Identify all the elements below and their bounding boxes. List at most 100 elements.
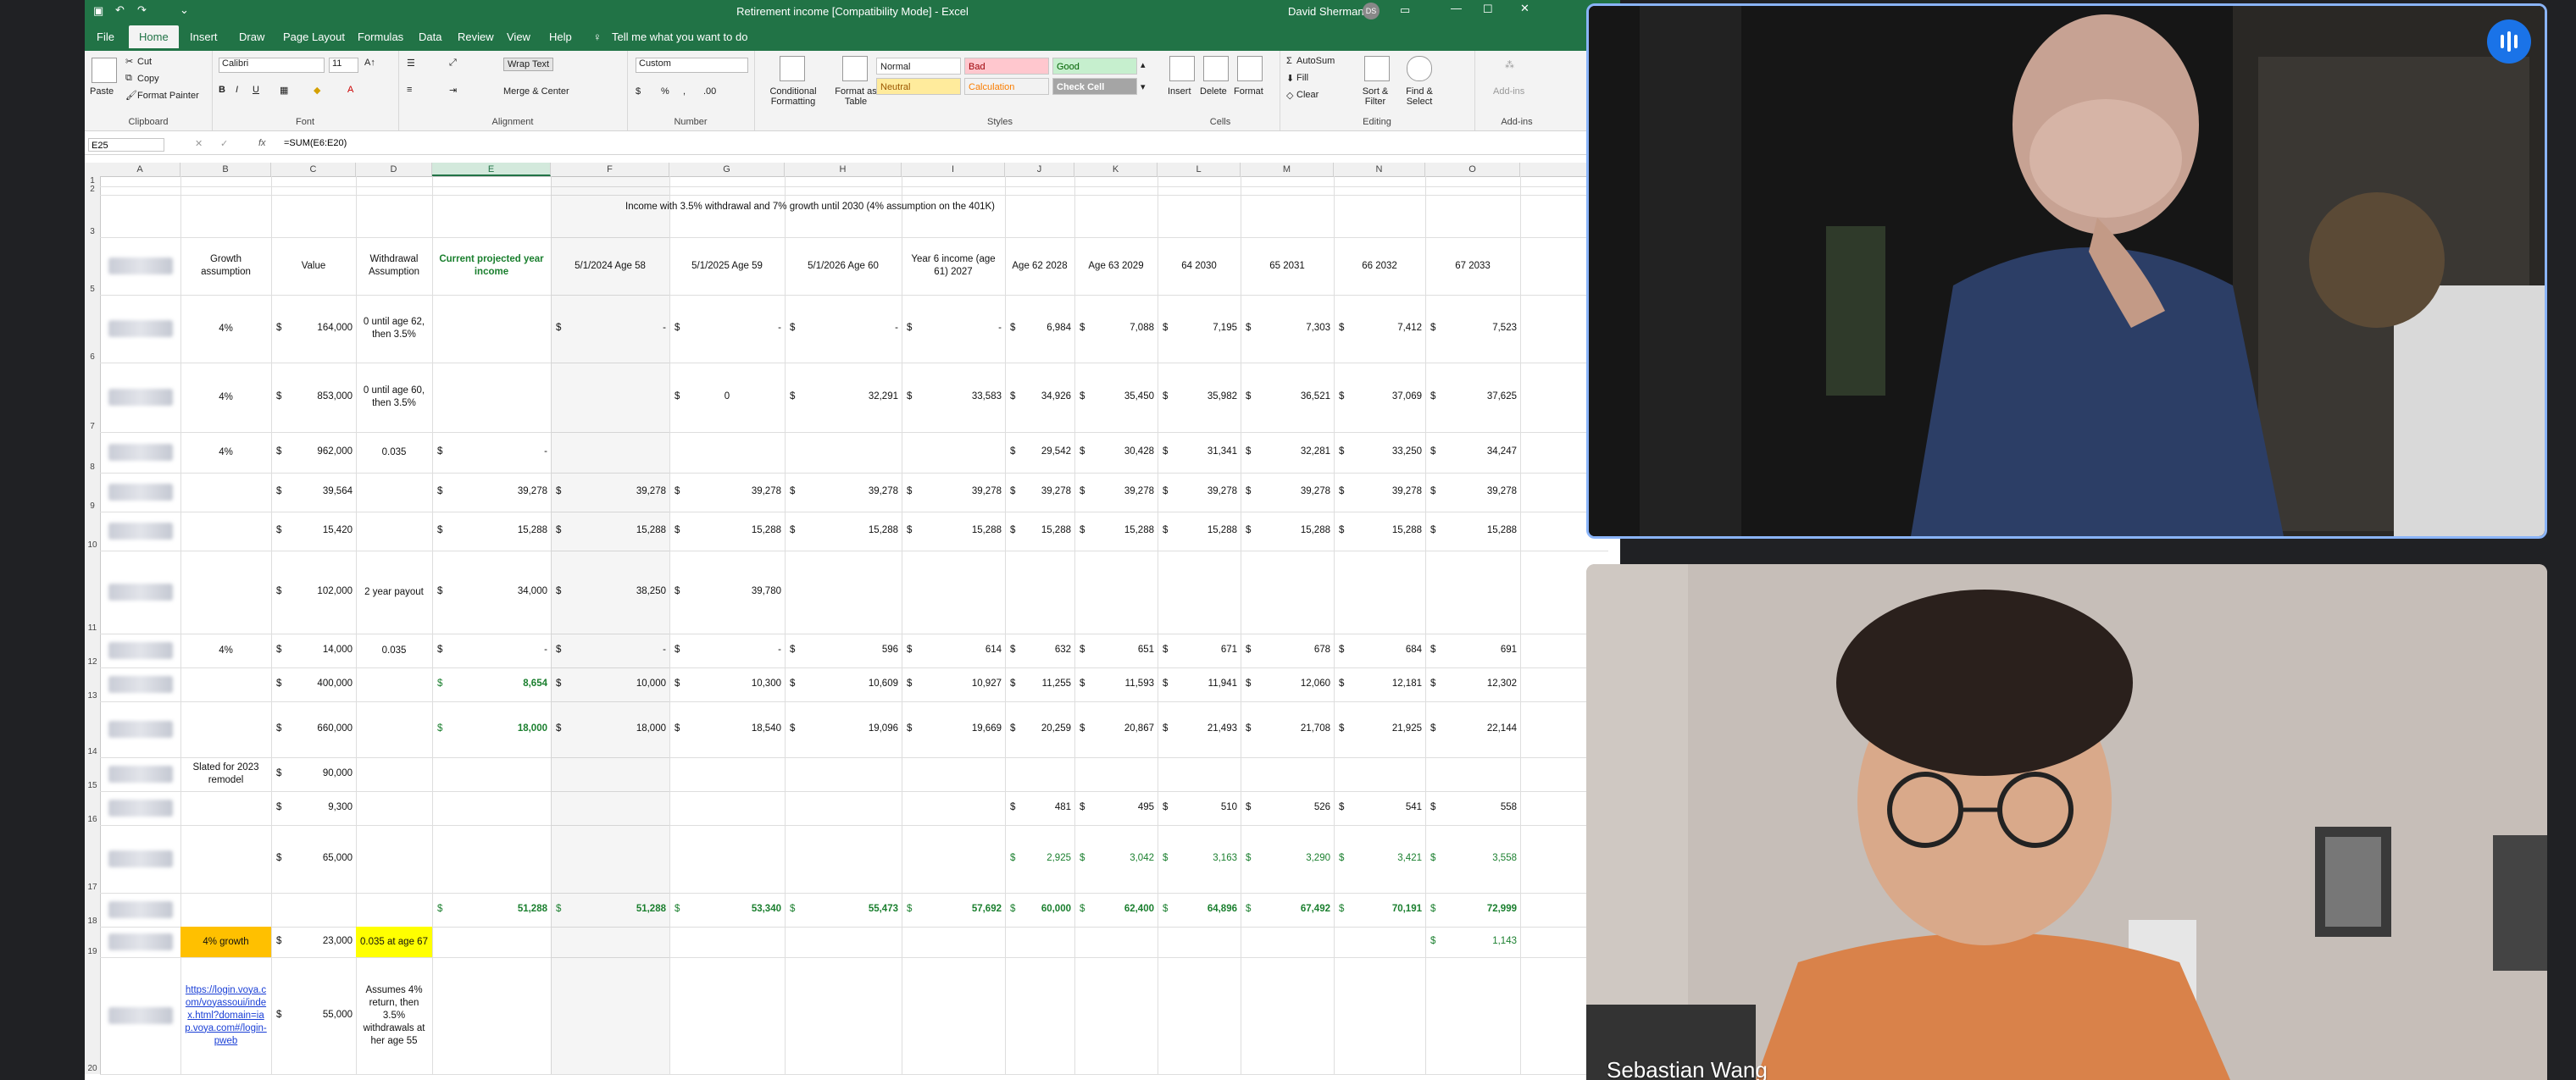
cell-e13[interactable]: 8,654 bbox=[436, 678, 547, 689]
cell-l12[interactable]: 671 bbox=[1161, 645, 1237, 655]
style-normal[interactable]: Normal bbox=[876, 58, 961, 75]
cell-b6[interactable]: 4% bbox=[184, 298, 268, 359]
find-select-icon[interactable] bbox=[1407, 56, 1432, 81]
minimize-icon[interactable]: — bbox=[1451, 2, 1462, 14]
tab-home[interactable]: Home bbox=[129, 25, 179, 48]
cell-k10[interactable]: 15,288 bbox=[1078, 525, 1154, 535]
format-as-table-button[interactable]: Format as Table bbox=[830, 86, 881, 107]
cell-k18[interactable]: 62,400 bbox=[1078, 904, 1154, 914]
cell-k9[interactable]: 39,278 bbox=[1078, 486, 1154, 496]
cut-button[interactable]: Cut bbox=[137, 57, 152, 67]
close-icon[interactable]: ✕ bbox=[1520, 2, 1530, 15]
cell-b15[interactable]: Slated for 2023 remodel bbox=[184, 761, 268, 788]
row-header[interactable]: 11 bbox=[85, 623, 100, 633]
format-button[interactable]: Format bbox=[1234, 86, 1263, 97]
row-header[interactable]: 12 bbox=[85, 657, 100, 667]
cell-m9[interactable]: 39,278 bbox=[1244, 486, 1330, 496]
cell-c9[interactable]: 39,564 bbox=[275, 486, 353, 496]
cell-j7[interactable]: 34,926 bbox=[1008, 391, 1071, 402]
borders-icon[interactable]: ▦ bbox=[280, 85, 288, 96]
italic-icon[interactable]: I bbox=[236, 85, 238, 95]
cell-o17[interactable]: 3,558 bbox=[1429, 853, 1517, 863]
row-header[interactable]: 8 bbox=[85, 462, 100, 472]
cell-d6[interactable]: 0 until age 62, then 3.5% bbox=[359, 298, 429, 359]
header-l[interactable]: 64 2030 bbox=[1161, 241, 1237, 291]
cell-c12[interactable]: 14,000 bbox=[275, 645, 353, 655]
cell-j6[interactable]: 6,984 bbox=[1008, 323, 1071, 333]
cell-h7[interactable]: 32,291 bbox=[788, 391, 898, 402]
ribbon-display-icon[interactable]: ▭ bbox=[1400, 3, 1410, 17]
cell-j18[interactable]: 60,000 bbox=[1008, 904, 1071, 914]
font-name-select[interactable]: Calibri bbox=[219, 58, 325, 73]
header-f[interactable]: 5/1/2024 Age 58 bbox=[554, 241, 666, 291]
row-header[interactable]: 15 bbox=[85, 781, 100, 790]
row-header[interactable]: 17 bbox=[85, 883, 100, 892]
autosum-icon[interactable]: Σ bbox=[1286, 56, 1292, 66]
cell-j17[interactable]: 2,925 bbox=[1008, 853, 1071, 863]
cell-i7[interactable]: 33,583 bbox=[905, 391, 1002, 402]
cell-h13[interactable]: 10,609 bbox=[788, 678, 898, 689]
cell-m10[interactable]: 15,288 bbox=[1244, 525, 1330, 535]
video-tile-participant-1[interactable] bbox=[1586, 3, 2547, 539]
sheet-title[interactable]: Income with 3.5% withdrawal and 7% growt… bbox=[100, 202, 1520, 212]
sort-filter-button[interactable]: Sort & Filter bbox=[1354, 86, 1396, 107]
cell-n10[interactable]: 15,288 bbox=[1337, 525, 1422, 535]
cell-d11[interactable]: 2 year payout bbox=[359, 554, 429, 630]
header-b[interactable]: Growth assumption bbox=[184, 241, 268, 291]
row-header[interactable]: 19 bbox=[85, 947, 100, 956]
tab-file[interactable]: File bbox=[88, 29, 123, 45]
fill-button[interactable]: Fill bbox=[1296, 73, 1308, 83]
cell-o13[interactable]: 12,302 bbox=[1429, 678, 1517, 689]
cell-h9[interactable]: 39,278 bbox=[788, 486, 898, 496]
tab-data[interactable]: Data bbox=[410, 29, 450, 45]
cell-f13[interactable]: 10,000 bbox=[554, 678, 666, 689]
cell-o12[interactable]: 691 bbox=[1429, 645, 1517, 655]
cell-c11[interactable]: 102,000 bbox=[275, 586, 353, 596]
cell-j14[interactable]: 20,259 bbox=[1008, 723, 1071, 734]
column-header-g[interactable]: G bbox=[669, 163, 785, 176]
styles-more-icon[interactable]: ▾ bbox=[1141, 81, 1146, 92]
cell-k12[interactable]: 651 bbox=[1078, 645, 1154, 655]
row-header[interactable]: 9 bbox=[85, 501, 100, 511]
orientation-icon[interactable]: ⤢ bbox=[449, 58, 457, 69]
cell-h12[interactable]: 596 bbox=[788, 645, 898, 655]
row-header[interactable]: 3 bbox=[85, 227, 100, 236]
style-bad[interactable]: Bad bbox=[964, 58, 1049, 75]
fill-icon[interactable]: ⬇ bbox=[1286, 73, 1294, 84]
tab-view[interactable]: View bbox=[498, 29, 539, 45]
cell-m14[interactable]: 21,708 bbox=[1244, 723, 1330, 734]
header-g[interactable]: 5/1/2025 Age 59 bbox=[673, 241, 781, 291]
header-k[interactable]: Age 63 2029 bbox=[1078, 241, 1154, 291]
cell-m17[interactable]: 3,290 bbox=[1244, 853, 1330, 863]
format-painter-button[interactable]: Format Painter bbox=[137, 91, 199, 101]
cell-c13[interactable]: 400,000 bbox=[275, 678, 353, 689]
column-header-l[interactable]: L bbox=[1158, 163, 1241, 176]
cell-k6[interactable]: 7,088 bbox=[1078, 323, 1154, 333]
cell-g12[interactable]: - bbox=[673, 645, 781, 655]
row-header[interactable]: 20 bbox=[85, 1064, 100, 1073]
cell-i13[interactable]: 10,927 bbox=[905, 678, 1002, 689]
font-size-select[interactable]: 11 bbox=[329, 58, 358, 73]
cell-g10[interactable]: 15,288 bbox=[673, 525, 781, 535]
conditional-formatting-button[interactable]: Conditional Formatting bbox=[759, 86, 827, 107]
cell-i12[interactable]: 614 bbox=[905, 645, 1002, 655]
cell-m8[interactable]: 32,281 bbox=[1244, 446, 1330, 457]
delete-button[interactable]: Delete bbox=[1200, 86, 1227, 97]
copy-button[interactable]: Copy bbox=[137, 74, 159, 84]
align-left-icon[interactable]: ≡ bbox=[407, 85, 412, 95]
copy-icon[interactable]: ⧉ bbox=[125, 73, 132, 84]
cell-l13[interactable]: 11,941 bbox=[1161, 678, 1237, 689]
bold-icon[interactable]: B bbox=[219, 85, 225, 95]
cell-d19-highlight[interactable]: 0.035 at age 67 bbox=[356, 927, 432, 957]
cell-c14[interactable]: 660,000 bbox=[275, 723, 353, 734]
row-header[interactable]: 16 bbox=[85, 815, 100, 824]
cell-n14[interactable]: 21,925 bbox=[1337, 723, 1422, 734]
header-i[interactable]: Year 6 income (age 61) 2027 bbox=[905, 241, 1002, 291]
cell-o9[interactable]: 39,278 bbox=[1429, 486, 1517, 496]
cell-o7[interactable]: 37,625 bbox=[1429, 391, 1517, 402]
header-d[interactable]: Withdrawal Assumption bbox=[359, 241, 429, 291]
cell-l10[interactable]: 15,288 bbox=[1161, 525, 1237, 535]
column-header-a[interactable]: A bbox=[100, 163, 180, 176]
cell-g11[interactable]: 39,780 bbox=[673, 586, 781, 596]
cell-j9[interactable]: 39,278 bbox=[1008, 486, 1071, 496]
